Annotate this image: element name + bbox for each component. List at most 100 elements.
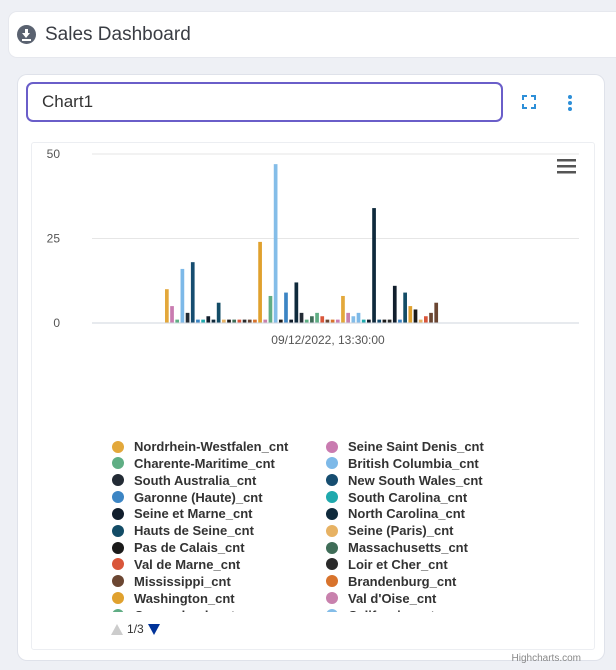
bar[interactable] bbox=[429, 312, 433, 323]
bar[interactable] bbox=[387, 319, 392, 323]
bar[interactable] bbox=[263, 319, 268, 323]
bar[interactable] bbox=[330, 319, 335, 323]
legend-item[interactable]: New South Wales_cnt bbox=[326, 472, 483, 489]
legend-item[interactable]: Mississippi_cnt bbox=[112, 573, 231, 590]
bar[interactable] bbox=[190, 262, 195, 323]
bar[interactable] bbox=[356, 312, 361, 323]
bar[interactable] bbox=[227, 319, 231, 323]
bar[interactable] bbox=[320, 316, 325, 323]
legend-symbol bbox=[326, 507, 338, 520]
bar[interactable] bbox=[341, 295, 345, 323]
bar[interactable] bbox=[268, 295, 273, 323]
legend-label: Loir et Cher_cnt bbox=[348, 556, 448, 572]
legend-item[interactable]: South Australia_cnt bbox=[112, 472, 256, 489]
bar[interactable] bbox=[258, 241, 262, 323]
legend-item[interactable]: North Carolina_cnt bbox=[326, 505, 465, 522]
bar[interactable] bbox=[211, 319, 216, 323]
legend-symbol bbox=[326, 592, 338, 605]
bar[interactable] bbox=[424, 316, 428, 323]
x-tick-label: 09/12/2022, 13:30:00 bbox=[271, 333, 385, 347]
bar[interactable] bbox=[351, 316, 356, 323]
legend-item[interactable]: Garonne (Haute)_cnt bbox=[112, 489, 263, 506]
legend-label: Nordrhein-Westfalen_cnt bbox=[134, 439, 289, 454]
bar[interactable] bbox=[294, 282, 299, 323]
bar[interactable] bbox=[325, 319, 330, 323]
bar[interactable] bbox=[221, 319, 226, 323]
bar[interactable] bbox=[247, 319, 252, 323]
bar[interactable] bbox=[377, 319, 382, 323]
bar[interactable] bbox=[196, 319, 200, 323]
chart-credits[interactable]: Highcharts.com bbox=[512, 653, 581, 664]
bar[interactable] bbox=[180, 268, 185, 323]
legend-label: Charente-Maritime_cnt bbox=[134, 455, 275, 471]
bar[interactable] bbox=[315, 312, 319, 323]
legend-item[interactable]: Brandenburg_cnt bbox=[326, 573, 456, 590]
legend-item[interactable]: Val d'Oise_cnt bbox=[326, 590, 436, 607]
legend-symbol bbox=[326, 609, 338, 612]
legend-item[interactable]: Hauts de Seine_cnt bbox=[112, 522, 254, 539]
bar[interactable] bbox=[278, 319, 283, 323]
bar[interactable] bbox=[413, 309, 418, 323]
pager-down-icon[interactable] bbox=[147, 623, 160, 635]
legend-symbol bbox=[112, 592, 124, 605]
bar[interactable] bbox=[237, 319, 242, 323]
legend-item[interactable]: Pas de Calais_cnt bbox=[112, 539, 245, 556]
bar[interactable] bbox=[418, 319, 423, 323]
bar[interactable] bbox=[408, 306, 413, 323]
bar[interactable] bbox=[170, 306, 174, 323]
legend-item[interactable]: Val de Marne_cnt bbox=[112, 556, 240, 573]
bar[interactable] bbox=[299, 312, 304, 323]
legend-item[interactable]: Seine (Paris)_cnt bbox=[326, 522, 454, 539]
bar[interactable] bbox=[284, 292, 288, 323]
bar[interactable] bbox=[403, 292, 407, 323]
bar[interactable] bbox=[273, 164, 278, 323]
bar[interactable] bbox=[335, 319, 340, 323]
legend-item[interactable]: Massachusetts_cnt bbox=[326, 539, 468, 556]
legend-item[interactable]: Charente-Maritime_cnt bbox=[112, 455, 275, 472]
legend-item[interactable]: Seine et Marne_cnt bbox=[112, 505, 253, 522]
bar[interactable] bbox=[175, 319, 180, 323]
bar[interactable] bbox=[185, 312, 190, 323]
dashboard-title: Sales Dashboard bbox=[45, 23, 191, 45]
more-vertical-icon[interactable] bbox=[567, 94, 573, 112]
bar[interactable] bbox=[392, 285, 397, 323]
legend-item[interactable]: Nordrhein-Westfalen_cnt bbox=[112, 438, 288, 455]
bar[interactable] bbox=[398, 319, 402, 323]
bar[interactable] bbox=[382, 319, 387, 323]
legend-item[interactable]: Seine Saint Denis_cnt bbox=[326, 438, 484, 455]
chart-title-text: Chart1 bbox=[42, 92, 94, 111]
bar[interactable] bbox=[310, 316, 314, 323]
chart-title-input[interactable]: Chart1 bbox=[26, 82, 503, 122]
legend-label: Garonne (Haute)_cnt bbox=[134, 489, 263, 505]
legend-item[interactable]: Washington_cnt bbox=[112, 590, 235, 607]
legend-label: Seine et Marne_cnt bbox=[134, 506, 253, 522]
bar[interactable] bbox=[367, 319, 371, 323]
pager-up-icon[interactable] bbox=[111, 623, 123, 635]
y-tick-label: 50 bbox=[47, 147, 61, 161]
bar[interactable] bbox=[361, 319, 366, 323]
bar[interactable] bbox=[201, 319, 205, 323]
legend-item[interactable]: California_cnt bbox=[326, 607, 435, 612]
legend-item[interactable]: Loir et Cher_cnt bbox=[326, 556, 448, 573]
bar[interactable] bbox=[253, 319, 257, 323]
bar[interactable] bbox=[165, 289, 169, 323]
bar[interactable] bbox=[346, 312, 350, 323]
bar[interactable] bbox=[242, 319, 247, 323]
bar[interactable] bbox=[216, 302, 221, 323]
bar[interactable] bbox=[304, 319, 309, 323]
bar[interactable] bbox=[434, 302, 439, 323]
legend-label: South Australia_cnt bbox=[134, 472, 257, 488]
fullscreen-icon[interactable] bbox=[522, 95, 536, 109]
bar[interactable] bbox=[289, 319, 294, 323]
legend-label: New South Wales_cnt bbox=[348, 472, 483, 488]
download-circle-icon[interactable] bbox=[17, 25, 36, 44]
legend-label: Pas de Calais_cnt bbox=[134, 540, 245, 556]
legend-item[interactable]: South Carolina_cnt bbox=[326, 489, 467, 506]
bar[interactable] bbox=[206, 316, 211, 323]
chart-menu-icon[interactable] bbox=[557, 159, 576, 174]
bar[interactable] bbox=[232, 319, 237, 323]
legend-symbol bbox=[112, 474, 124, 487]
bar[interactable] bbox=[372, 208, 376, 323]
legend-item[interactable]: Queensland_cnt bbox=[112, 607, 235, 612]
legend-item[interactable]: British Columbia_cnt bbox=[326, 455, 479, 472]
